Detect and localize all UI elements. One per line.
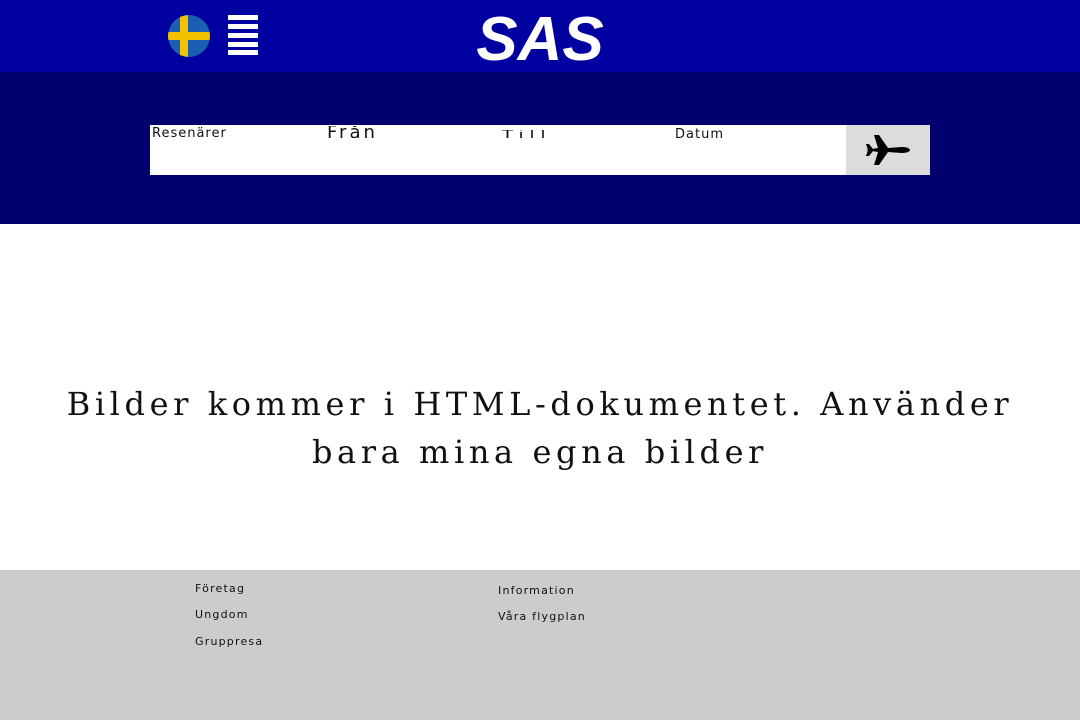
flight-search-bar: Resenärer Från Till Datum — [150, 125, 930, 175]
placeholder-message: Bilder kommer i HTML-dokumentet. Använde… — [66, 385, 1014, 471]
airplane-icon — [866, 135, 910, 165]
date-field[interactable]: Datum — [673, 125, 843, 175]
logo-text: SAS — [476, 5, 603, 68]
footer-link-gruppresa[interactable]: Gruppresa — [195, 635, 263, 648]
to-label: Till — [502, 130, 551, 138]
sweden-flag-icon[interactable] — [168, 15, 210, 57]
travelers-label: Resenärer — [152, 126, 227, 141]
from-label: Från — [327, 126, 378, 138]
footer-link-ungdom[interactable]: Ungdom — [195, 608, 249, 621]
footer: Företag Ungdom Gruppresa Information Vår… — [0, 570, 1080, 720]
from-field[interactable]: Från — [325, 125, 495, 175]
sas-logo[interactable]: SAS — [460, 2, 620, 74]
travelers-field[interactable]: Resenärer — [150, 125, 320, 175]
to-field[interactable]: Till — [500, 125, 670, 175]
date-label: Datum — [675, 127, 724, 142]
footer-link-information[interactable]: Information — [498, 584, 575, 597]
search-flights-button[interactable] — [846, 125, 930, 175]
footer-link-foretag[interactable]: Företag — [195, 582, 245, 595]
top-navigation-bar: SAS — [0, 0, 1080, 74]
footer-link-vara-flygplan[interactable]: Våra flygplan — [498, 610, 586, 623]
hamburger-menu-icon[interactable] — [228, 15, 258, 55]
